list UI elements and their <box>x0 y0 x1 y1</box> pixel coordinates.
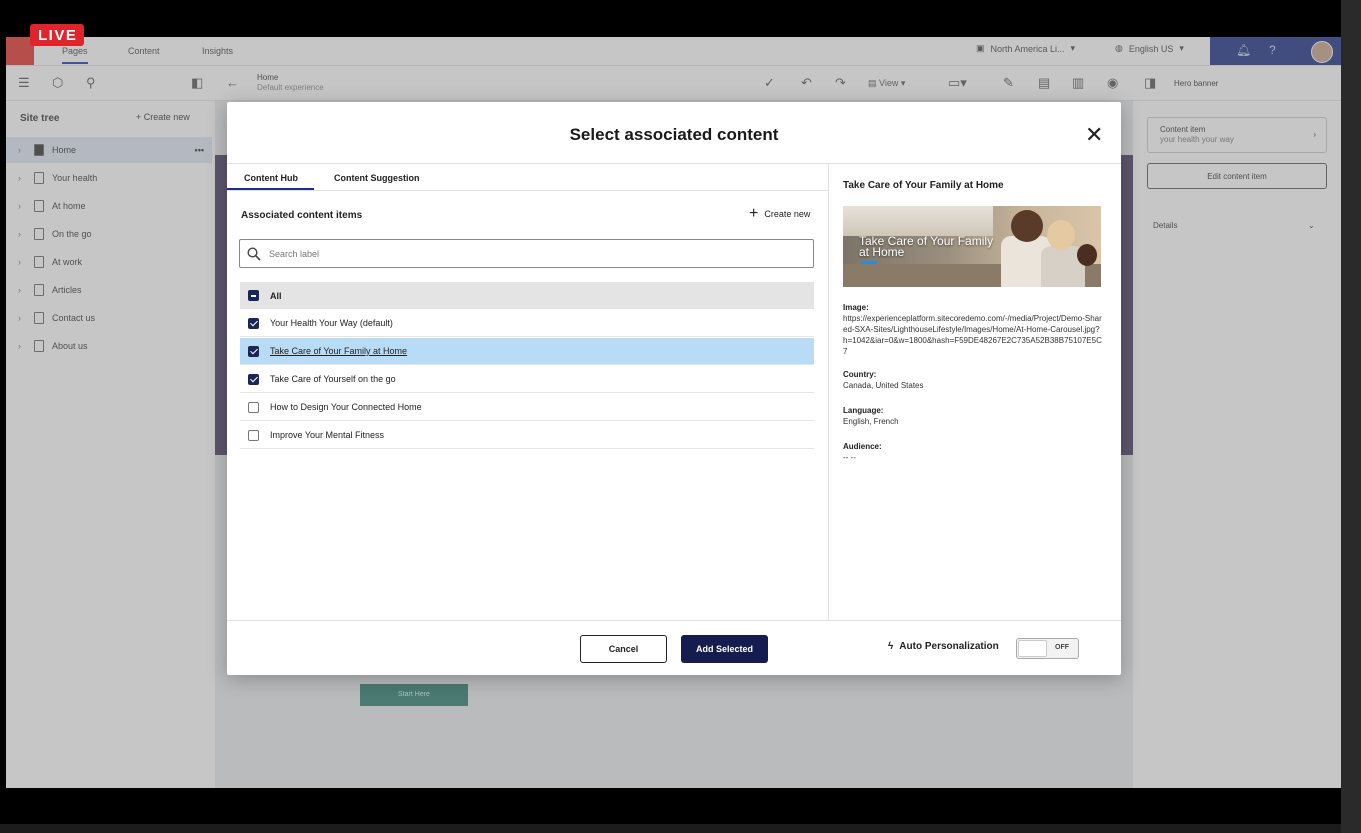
item-label: Improve Your Mental Fitness <box>270 430 385 440</box>
close-icon[interactable]: ✕ <box>1085 124 1103 146</box>
item-checkbox[interactable] <box>248 345 259 357</box>
create-new-content-button[interactable]: + Create new <box>749 205 811 222</box>
divider <box>227 163 1121 164</box>
item-checkbox[interactable] <box>248 429 259 441</box>
create-new-label: Create new <box>764 209 811 219</box>
item-label: How to Design Your Connected Home <box>270 402 422 412</box>
image-label: Image: <box>843 303 869 312</box>
cancel-button[interactable]: Cancel <box>580 635 667 663</box>
language-label: Language: <box>843 406 884 415</box>
list-item[interactable]: Your Health Your Way (default) <box>240 310 814 337</box>
select-all-checkbox[interactable] <box>248 290 259 301</box>
audience-value: -- -- <box>843 453 856 462</box>
section-title: Associated content items <box>241 210 363 221</box>
list-item[interactable]: Improve Your Mental Fitness <box>240 422 814 449</box>
language-value: English, French <box>843 417 899 426</box>
auto-personalization-toggle[interactable]: OFF <box>1016 638 1079 659</box>
auto-personalization-label: Auto Personalization <box>899 641 999 652</box>
image-url: https://experienceplatform.sitecoredemo.… <box>843 314 1102 356</box>
item-label: Take Care of Your Family at Home <box>270 346 408 356</box>
tab-content-suggestion[interactable]: Content Suggestion <box>334 173 420 183</box>
dialog-title: Select associated content <box>569 125 779 144</box>
plus-icon: + <box>749 205 759 222</box>
search-icon <box>247 246 261 261</box>
preview-image-caption: Take Care of Your Family at Home <box>859 234 994 259</box>
item-checkbox[interactable] <box>248 317 259 329</box>
list-item[interactable]: Take Care of Yourself on the go <box>240 366 814 393</box>
list-item[interactable]: How to Design Your Connected Home <box>240 394 814 421</box>
select-all-label: All <box>270 290 282 301</box>
auto-personalization: ϟ Auto Personalization <box>888 641 999 652</box>
item-label: Your Health Your Way (default) <box>270 318 393 328</box>
divider <box>828 164 829 620</box>
divider <box>227 190 828 191</box>
select-content-dialog: Select associated content ✕ Content Hub … <box>227 102 1121 675</box>
preview-title: Take Care of Your Family at Home <box>843 180 1004 191</box>
live-badge: LIVE <box>30 24 85 46</box>
bottom-strip <box>0 824 1361 833</box>
search-field[interactable] <box>239 239 814 268</box>
divider <box>227 620 1121 621</box>
lightning-icon: ϟ <box>888 641 894 652</box>
select-all-row[interactable]: All <box>240 282 814 309</box>
item-label: Take Care of Yourself on the go <box>270 374 396 384</box>
item-checkbox[interactable] <box>248 401 259 413</box>
preview-image: Take Care of Your Family at Home <box>843 206 1101 287</box>
list-item[interactable]: Take Care of Your Family at Home <box>240 338 814 365</box>
country-label: Country: <box>843 370 877 379</box>
toggle-state: OFF <box>1055 644 1069 651</box>
search-input[interactable] <box>267 247 791 260</box>
add-selected-button[interactable]: Add Selected <box>681 635 768 663</box>
country-value: Canada, United States <box>843 381 924 390</box>
item-checkbox[interactable] <box>248 373 259 385</box>
tab-content-hub[interactable]: Content Hub <box>244 173 298 183</box>
right-strip <box>1341 0 1361 833</box>
audience-label: Audience: <box>843 442 882 451</box>
